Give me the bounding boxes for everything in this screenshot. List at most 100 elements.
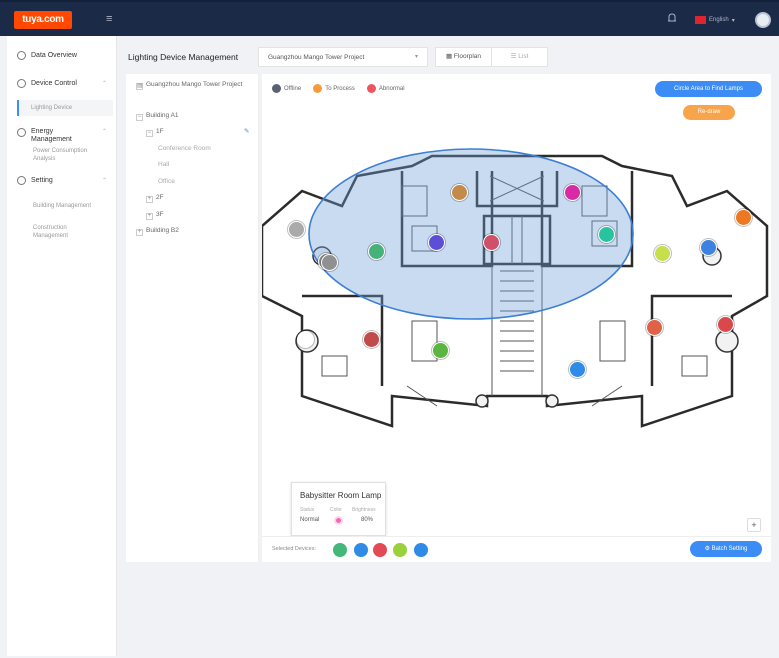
- lamp-marker[interactable]: [717, 316, 734, 333]
- tree-root[interactable]: ▤ Guangzhou Mango Tower Project: [136, 80, 251, 90]
- expand-icon: +: [146, 196, 153, 203]
- lamp-marker[interactable]: [368, 243, 385, 260]
- device-icon: [17, 79, 26, 88]
- project-select[interactable]: Guangzhou Mango Tower Project ▾: [258, 47, 428, 67]
- lamp-marker[interactable]: [700, 239, 717, 256]
- lamp-marker[interactable]: [428, 234, 445, 251]
- lamp-marker[interactable]: [598, 226, 615, 243]
- floorplan-drawing: [262, 148, 769, 428]
- to-process-icon: [313, 84, 323, 93]
- lamp-marker[interactable]: [432, 342, 449, 359]
- tree-label: 1F: [156, 128, 164, 135]
- sidebar-sub-building-management[interactable]: Building Management: [33, 202, 91, 210]
- sidebar-sub-lighting-device[interactable]: Lighting Device: [31, 104, 72, 112]
- sidebar-item-energy-management[interactable]: Energy Management ⌃: [7, 128, 117, 144]
- tree-label: Building B2: [146, 227, 179, 234]
- floorplan-icon: ▦: [445, 53, 454, 60]
- selection-circle[interactable]: [308, 148, 634, 320]
- selected-devices-label: Selected Devices:: [272, 546, 317, 552]
- bell-icon[interactable]: [665, 11, 679, 25]
- expand-icon: +: [146, 213, 153, 220]
- legend-offline: Offline: [272, 84, 301, 93]
- language-switch[interactable]: English ▾: [695, 15, 737, 25]
- tab-list[interactable]: ☰ List: [492, 48, 547, 66]
- view-toggle: ▦ Floorplan ☰ List: [435, 47, 548, 67]
- selected-lamp[interactable]: [414, 543, 428, 557]
- lamp-marker[interactable]: [483, 234, 500, 251]
- expand-icon: +: [136, 229, 143, 236]
- lamp-marker[interactable]: [564, 184, 581, 201]
- edit-icon[interactable]: ✎: [244, 127, 249, 136]
- tooltip-header-status: Status: [300, 507, 315, 513]
- selected-lamp[interactable]: [333, 543, 347, 557]
- tooltip-title: Babysitter Room Lamp: [300, 491, 382, 500]
- zoom-in-button[interactable]: +: [747, 518, 761, 532]
- tree-node-hall[interactable]: Hall: [158, 160, 169, 169]
- sidebar-item-data-overview[interactable]: Data Overview: [7, 51, 117, 60]
- legend-to-process: To Process: [313, 84, 355, 93]
- redraw-button[interactable]: Re-draw: [683, 105, 735, 120]
- chevron-up-icon: ⌃: [101, 81, 107, 87]
- batch-setting-label: Batch Setting: [711, 546, 748, 552]
- tab-label: List: [518, 53, 529, 60]
- legend-abnormal: Abnormal: [366, 84, 405, 93]
- sidebar-item-label: Device Control: [31, 80, 77, 87]
- selected-lamp[interactable]: [393, 543, 407, 557]
- lamp-marker[interactable]: [735, 209, 752, 226]
- lamp-marker[interactable]: [654, 245, 671, 262]
- tooltip-brightness: 80%: [361, 517, 374, 523]
- dashboard-icon: [17, 51, 26, 60]
- lamp-marker[interactable]: [646, 319, 663, 336]
- tree-node-conference-room[interactable]: Conference Room: [158, 144, 211, 153]
- tree-node-1f[interactable]: −1F: [146, 127, 164, 137]
- legend-label: Offline: [284, 85, 302, 92]
- sidebar: Data Overview Device Control ⌃ Lighting D…: [7, 36, 117, 656]
- lamp-marker[interactable]: [297, 331, 314, 348]
- legend-label: Abnormal: [378, 85, 405, 92]
- tree-node-building-b2[interactable]: + Building B2: [136, 226, 179, 236]
- avatar[interactable]: [755, 12, 771, 28]
- page-title: Lighting Device Management: [128, 52, 239, 62]
- sidebar-item-device-control[interactable]: Device Control ⌃: [7, 79, 117, 88]
- lamp-marker[interactable]: [288, 221, 305, 238]
- tuya-logo[interactable]: tuya.com: [14, 11, 72, 29]
- project-select-value: Guangzhou Mango Tower Project: [268, 54, 365, 61]
- selected-lamp[interactable]: [354, 543, 368, 557]
- lamp-marker[interactable]: [451, 184, 468, 201]
- lamp-marker[interactable]: [363, 331, 380, 348]
- chevron-up-icon: ⌃: [101, 129, 107, 135]
- energy-icon: [17, 128, 26, 137]
- selected-lamp[interactable]: [373, 543, 387, 557]
- lamp-marker[interactable]: [569, 361, 586, 378]
- lamp-tooltip: Babysitter Room Lamp Status Color Bright…: [291, 482, 386, 536]
- sidebar-sub-construction-management[interactable]: Construction Management: [33, 224, 93, 240]
- settings-icon: ⚙: [704, 546, 712, 552]
- tooltip-status: Normal: [300, 517, 320, 523]
- tree-node-2f[interactable]: +2F: [146, 193, 164, 203]
- building-icon: ▤: [136, 83, 143, 90]
- tooltip-color-swatch: [334, 516, 343, 525]
- tab-floorplan[interactable]: ▦ Floorplan: [436, 48, 491, 66]
- circle-area-button[interactable]: Circle Area to Find Lamps: [655, 81, 762, 97]
- tab-label: Floorplan: [453, 53, 482, 60]
- chevron-up-icon: ⌃: [101, 178, 107, 184]
- tree-label: 2F: [156, 194, 164, 201]
- tree-node-3f[interactable]: +3F: [146, 210, 164, 220]
- gear-icon: [17, 176, 26, 185]
- offline-icon: [272, 84, 281, 93]
- menu-icon[interactable]: ≡: [106, 13, 112, 25]
- collapse-icon: −: [146, 130, 153, 137]
- batch-setting-button[interactable]: ⚙ Batch Setting: [690, 541, 762, 557]
- lamp-marker[interactable]: [321, 254, 338, 271]
- language-label: English: [709, 17, 729, 23]
- top-bar: tuya.com ≡ English ▾: [0, 0, 779, 36]
- tooltip-header-brightness: Brightness: [352, 507, 376, 513]
- tree-node-building-a1[interactable]: − Building A1: [136, 111, 179, 121]
- tree-label: Building A1: [146, 112, 179, 119]
- sidebar-sub-power-consumption[interactable]: Power Consumption Analysis: [33, 147, 93, 163]
- abnormal-icon: [366, 84, 376, 93]
- sidebar-item-setting[interactable]: Setting ⌃: [7, 176, 117, 185]
- status-legend: Offline To Process Abnormal: [272, 84, 405, 93]
- sidebar-item-label: Energy Management: [31, 128, 72, 143]
- tree-node-office[interactable]: Office: [158, 177, 175, 186]
